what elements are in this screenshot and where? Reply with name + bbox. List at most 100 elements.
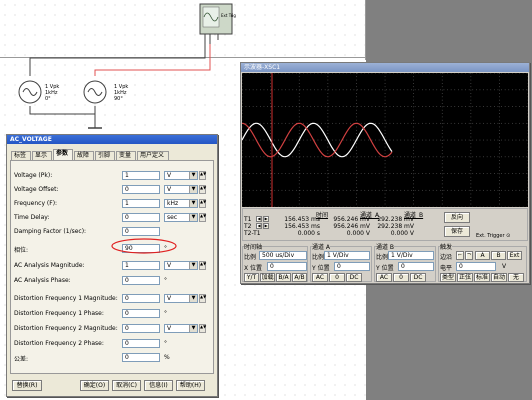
info-button[interactable]: 信息(I) [144, 380, 173, 391]
spinner-icon[interactable]: ▲▼ [199, 171, 206, 180]
trigger-title: 触发 [440, 242, 453, 251]
ok-button[interactable]: 确定(O) [80, 380, 109, 391]
param-unit-1[interactable]: V ▼ [164, 185, 198, 194]
mode-button-自动[interactable]: 自动 [491, 273, 507, 282]
param-value-3[interactable]: 0 [122, 213, 160, 222]
falling-edge-button[interactable]: ¬ [465, 251, 473, 260]
param-unit-text-1: V [167, 186, 172, 193]
param-unit-2[interactable]: kHz ▼ [164, 199, 198, 208]
param-unit-10[interactable]: V ▼ [164, 324, 198, 333]
mode-button-无[interactable]: 无 [508, 273, 524, 282]
param-unit-text-6: V [167, 262, 172, 269]
param-value-4[interactable]: 0 [122, 227, 160, 236]
channel-b-scale-label: 比例 [376, 254, 389, 261]
cancel-button[interactable]: 取消(C) [112, 380, 141, 391]
source-2-label: 1 Vpk 1kHz 90° [114, 84, 128, 102]
mode-button-标准[interactable]: 标准 [474, 273, 490, 282]
param-unit-text-2: kHz [167, 200, 179, 207]
meas-row-label-2: T2-T1 [244, 230, 261, 237]
param-unit-8[interactable]: V ▼ [164, 294, 198, 303]
mode-button-DC[interactable]: DC [410, 273, 426, 282]
param-unit-9: ° [164, 310, 167, 317]
channel-a-ypos-field[interactable]: 0 [334, 262, 370, 271]
spinner-icon[interactable]: ▲▼ [199, 213, 206, 222]
param-label-7: AC Analysis Phase: [14, 277, 71, 284]
spinner-icon[interactable]: ▲▼ [199, 294, 206, 303]
timebase-title: 时间轴 [244, 242, 263, 251]
meas-row-label-1: T2 [244, 223, 252, 230]
param-value-0[interactable]: 1 [122, 171, 160, 180]
channel-b-ypos-field[interactable]: 0 [398, 262, 434, 271]
param-value-10[interactable]: 0 [122, 324, 160, 333]
param-value-2[interactable]: 1 [122, 199, 160, 208]
mode-button-B/A[interactable]: B/A [276, 273, 291, 282]
channel-b-scale-field[interactable]: 1 V/Div [388, 251, 434, 260]
param-label-11: Distortion Frequency 2 Phase: [14, 340, 104, 347]
spinner-icon[interactable]: ▲▼ [199, 199, 206, 208]
param-value-7[interactable]: 0 [122, 276, 160, 285]
scope-screen[interactable] [242, 73, 528, 207]
mode-button-DC[interactable]: DC [346, 273, 362, 282]
reverse-button[interactable]: 反向 [444, 212, 470, 223]
tab-6[interactable]: 用户定义 [137, 151, 169, 160]
param-value-1[interactable]: 0 [122, 185, 160, 194]
spinner-icon[interactable]: ▲▼ [199, 324, 206, 333]
dialog-title: AC_VOLTAGE [7, 135, 217, 144]
tab-2[interactable]: 参数 [53, 149, 73, 160]
param-value-11[interactable]: 0 [122, 339, 160, 348]
mode-button-Y/T[interactable]: Y/T [244, 273, 259, 282]
mode-button-类型[interactable]: 类型 [440, 273, 456, 282]
dropdown-arrow-icon: ▼ [189, 186, 197, 193]
cursor-right-arrow-icon[interactable]: ▶ [263, 223, 269, 229]
tab-1[interactable]: 显示 [32, 151, 52, 160]
trigger-level-field[interactable]: 0 [456, 262, 496, 271]
ext-trigger-text: Ext. Trigger [476, 233, 505, 239]
param-unit-6[interactable]: V ▼ [164, 261, 198, 270]
mode-button-AC[interactable]: AC [312, 273, 328, 282]
param-unit-3[interactable]: sec ▼ [164, 213, 198, 222]
param-unit-12: % [164, 354, 170, 361]
mode-button-加载[interactable]: 加载 [260, 273, 275, 282]
param-unit-text-0: V [167, 172, 172, 179]
mode-button-A[interactable]: A [475, 251, 490, 260]
mode-button-0[interactable]: 0 [393, 273, 409, 282]
param-unit-11: ° [164, 340, 167, 347]
xpos-field[interactable]: 0 [267, 262, 307, 271]
mode-button-B[interactable]: B [491, 251, 506, 260]
mode-button-正弦[interactable]: 正弦 [457, 273, 473, 282]
mode-button-0[interactable]: 0 [329, 273, 345, 282]
param-label-4: Damping Factor (1/sec): [14, 228, 87, 235]
timebase-scale-field[interactable]: 500 us/Div [259, 251, 307, 260]
save-button[interactable]: 保存 [444, 226, 470, 237]
tab-5[interactable]: 变量 [116, 151, 136, 160]
spinner-icon[interactable]: ▲▼ [199, 261, 206, 270]
tab-3[interactable]: 故障 [74, 151, 94, 160]
wire-ground [29, 106, 96, 115]
mode-button-AC[interactable]: AC [376, 273, 392, 282]
help-button[interactable]: 帮助(H) [176, 380, 205, 391]
xpos-label: X 位置 [244, 265, 263, 272]
mode-button-Ext[interactable]: Ext [507, 251, 522, 260]
tab-0[interactable]: 标签 [11, 151, 31, 160]
param-value-6[interactable]: 1 [122, 261, 160, 270]
param-value-8[interactable]: 0 [122, 294, 160, 303]
param-label-8: Distortion Frequency 1 Magnitude: [14, 295, 118, 302]
param-value-12[interactable]: 0 [122, 353, 160, 362]
tab-4[interactable]: 引脚 [95, 151, 115, 160]
mode-button-A/B[interactable]: A/B [292, 273, 307, 282]
param-value-9[interactable]: 0 [122, 309, 160, 318]
replace-button[interactable]: 替换(R) [12, 380, 42, 391]
trigger-edge-label: 边沿 [440, 254, 453, 261]
channel-a-scale-label: 比例 [312, 254, 325, 261]
cursor-left-arrow-icon[interactable]: ◀ [256, 223, 262, 229]
dropdown-arrow-icon: ▼ [189, 262, 197, 269]
spinner-icon[interactable]: ▲▼ [199, 185, 206, 194]
cursor-left-arrow-icon[interactable]: ◀ [256, 216, 262, 222]
channel-a-scale-field[interactable]: 1 V/Div [324, 251, 370, 260]
scope-title: 示波器-XSC1 [241, 63, 529, 72]
cursor-right-arrow-icon[interactable]: ▶ [263, 216, 269, 222]
param-unit-0[interactable]: V ▼ [164, 171, 198, 180]
ext-trigger-icon[interactable]: ⊙ [506, 233, 510, 239]
rising-edge-button[interactable]: ⌐ [456, 251, 464, 260]
param-label-3: Time Delay: [14, 214, 50, 221]
